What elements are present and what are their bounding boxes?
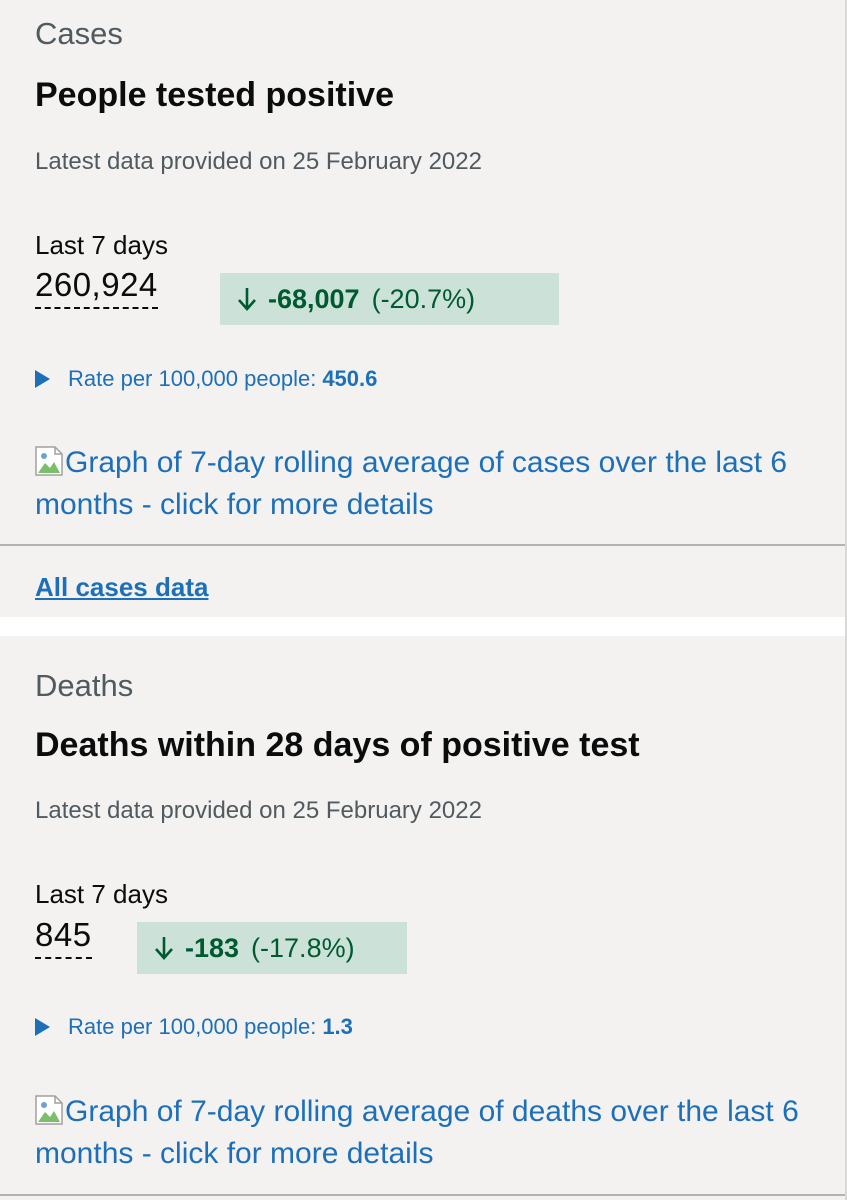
arrow-down-icon	[155, 937, 173, 960]
broken-image-icon	[35, 446, 63, 476]
cases-rate-label: Rate per 100,000 people:	[68, 366, 317, 391]
broken-image-icon	[35, 1095, 63, 1125]
triangle-right-icon	[35, 1018, 50, 1036]
arrow-down-icon	[238, 288, 256, 311]
cases-rate-value: 450.6	[322, 366, 378, 391]
deaths-value[interactable]: 845	[35, 918, 92, 959]
cases-category-label: Cases	[35, 16, 123, 51]
cases-date-line: Latest data provided on 25 February 2022	[35, 148, 482, 175]
deaths-date-line: Latest data provided on 25 February 2022	[35, 797, 482, 824]
cases-period-label: Last 7 days	[35, 230, 168, 260]
deaths-rate-label: Rate per 100,000 people:	[68, 1014, 317, 1039]
cases-change-badge: -68,007 (-20.7%)	[220, 273, 559, 325]
cases-graph-alt-text: Graph of 7-day rolling average of cases …	[35, 446, 788, 521]
deaths-divider	[0, 1194, 847, 1196]
deaths-category-label: Deaths	[35, 668, 134, 703]
triangle-right-icon	[35, 370, 50, 388]
deaths-change-badge: -183 (-17.8%)	[137, 922, 407, 974]
cases-divider	[0, 544, 847, 546]
deaths-card: Deaths Deaths within 28 days of positive…	[0, 636, 847, 1200]
cases-card: Cases People tested positive Latest data…	[0, 0, 847, 617]
cases-change-delta: -68,007	[268, 283, 360, 314]
cases-change-percent: (-20.7%)	[371, 283, 476, 314]
deaths-rate-toggle[interactable]: Rate per 100,000 people: 1.3	[35, 1014, 353, 1040]
all-cases-data-link[interactable]: All cases data	[35, 572, 208, 603]
cases-graph-link[interactable]: Graph of 7-day rolling average of cases …	[35, 442, 835, 526]
deaths-rate-value: 1.3	[322, 1014, 353, 1039]
cases-rate-toggle[interactable]: Rate per 100,000 people: 450.6	[35, 366, 377, 392]
deaths-period-label: Last 7 days	[35, 879, 168, 909]
deaths-heading: Deaths within 28 days of positive test	[35, 726, 640, 764]
deaths-graph-link[interactable]: Graph of 7-day rolling average of deaths…	[35, 1091, 835, 1175]
cases-heading: People tested positive	[35, 76, 394, 114]
deaths-graph-alt-text: Graph of 7-day rolling average of deaths…	[35, 1095, 799, 1170]
cases-value[interactable]: 260,924	[35, 268, 158, 309]
deaths-change-delta: -183	[185, 932, 240, 963]
deaths-change-percent: (-17.8%)	[251, 932, 355, 963]
